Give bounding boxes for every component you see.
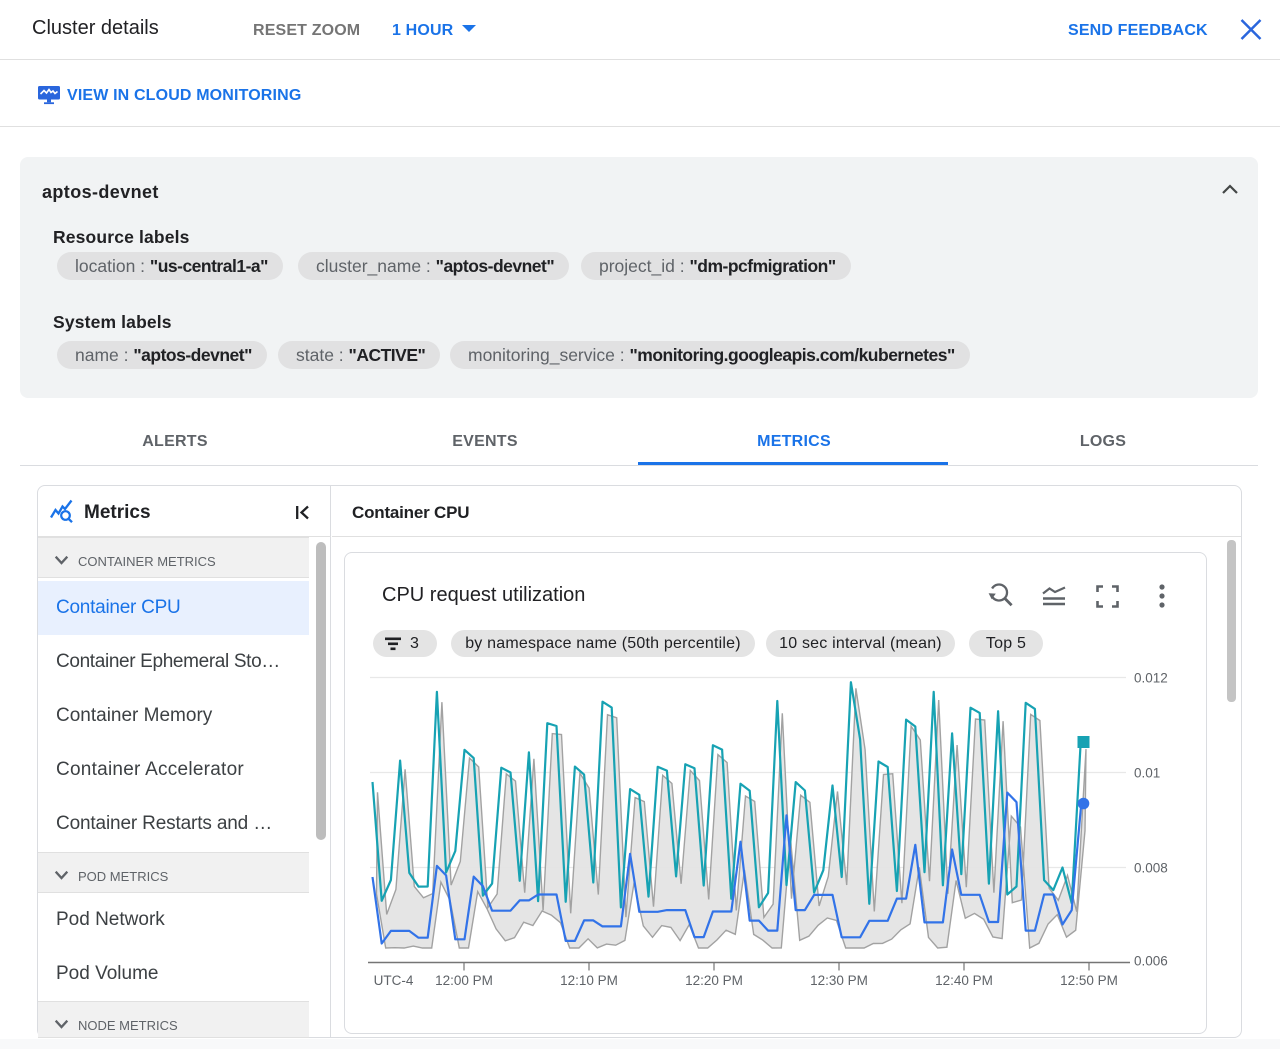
- svg-text:0.012: 0.012: [1134, 670, 1168, 685]
- svg-text:12:40 PM: 12:40 PM: [935, 973, 993, 988]
- svg-text:UTC-4: UTC-4: [374, 973, 414, 988]
- svg-text:0.01: 0.01: [1134, 765, 1160, 780]
- svg-text:12:50 PM: 12:50 PM: [1060, 973, 1118, 988]
- svg-text:12:30 PM: 12:30 PM: [810, 973, 868, 988]
- svg-text:12:20 PM: 12:20 PM: [685, 973, 743, 988]
- svg-text:12:10 PM: 12:10 PM: [560, 973, 618, 988]
- svg-text:0.006: 0.006: [1134, 953, 1168, 968]
- svg-text:12:00 PM: 12:00 PM: [435, 973, 493, 988]
- svg-text:0.008: 0.008: [1134, 860, 1168, 875]
